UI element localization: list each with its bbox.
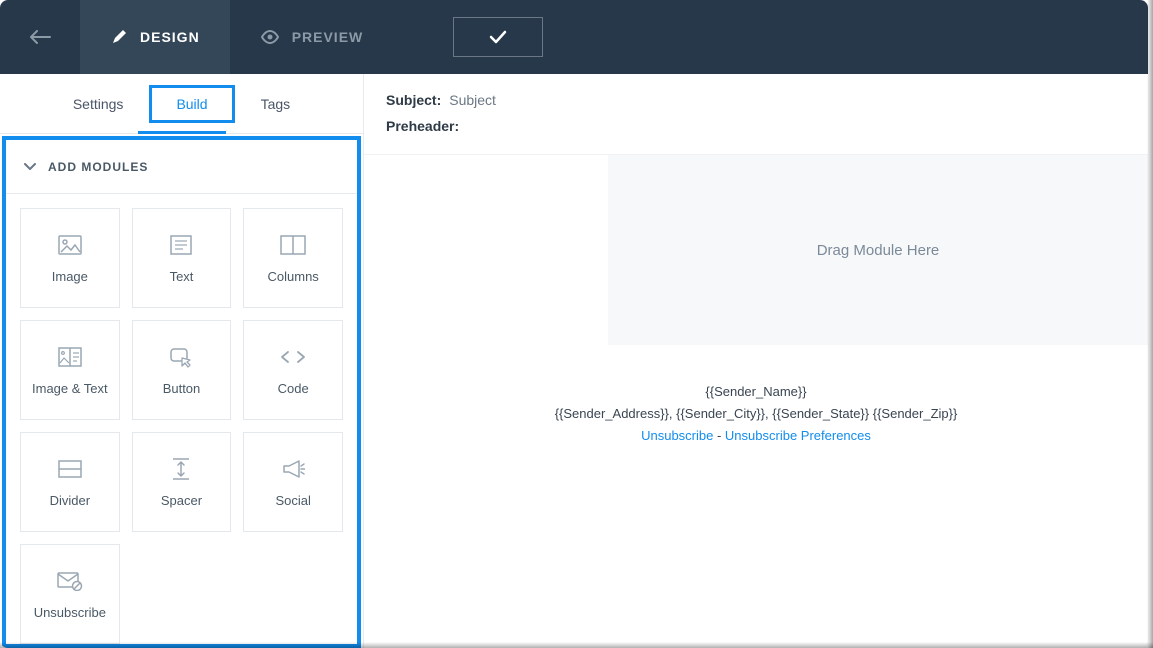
module-image[interactable]: Image (20, 208, 120, 308)
tab-design-label: DESIGN (140, 29, 200, 45)
image-icon (58, 233, 82, 257)
module-spacer[interactable]: Spacer (132, 432, 232, 532)
module-columns[interactable]: Columns (243, 208, 343, 308)
dropzone-text: Drag Module Here (817, 242, 940, 259)
body-area: Settings Build Tags ADD MODULES (0, 74, 1148, 648)
module-social[interactable]: Social (243, 432, 343, 532)
email-meta: Subject: Subject Preheader: (364, 74, 1148, 155)
email-footer: {{Sender_Name}} {{Sender_Address}}, {{Se… (364, 381, 1148, 447)
module-image-text[interactable]: Image & Text (20, 320, 120, 420)
check-icon (489, 30, 507, 44)
megaphone-icon (281, 457, 305, 481)
unsubscribe-link[interactable]: Unsubscribe (641, 428, 713, 443)
unsubscribe-icon (57, 569, 83, 593)
chevron-down-icon (24, 163, 36, 171)
modules-section-title: ADD MODULES (48, 160, 148, 174)
confirm-button[interactable] (453, 17, 543, 57)
module-label: Text (170, 269, 194, 284)
module-button[interactable]: Button (132, 320, 232, 420)
tab-design[interactable]: DESIGN (80, 0, 230, 74)
code-icon (280, 345, 306, 369)
arrow-left-icon (29, 30, 51, 44)
module-label: Divider (50, 493, 90, 508)
back-button[interactable] (0, 0, 80, 74)
left-panel: Settings Build Tags ADD MODULES (0, 74, 364, 648)
brush-icon (110, 28, 128, 46)
right-panel: Subject: Subject Preheader: Drag Module … (364, 74, 1148, 648)
module-text[interactable]: Text (132, 208, 232, 308)
module-label: Social (275, 493, 310, 508)
spacer-icon (172, 457, 190, 481)
text-icon (170, 233, 192, 257)
module-dropzone[interactable]: Drag Module Here (608, 155, 1148, 345)
top-bar: DESIGN PREVIEW (0, 0, 1148, 74)
subject-row: Subject: Subject (386, 92, 1126, 108)
subtab-build[interactable]: Build (149, 85, 234, 123)
module-label: Image (52, 269, 88, 284)
module-label: Image & Text (32, 381, 108, 396)
columns-icon (280, 233, 306, 257)
tab-preview-label: PREVIEW (292, 29, 364, 45)
module-label: Button (163, 381, 201, 396)
subtab-settings[interactable]: Settings (49, 88, 148, 120)
sender-address: {{Sender_Address}}, {{Sender_City}}, {{S… (384, 403, 1128, 425)
separator: - (713, 428, 725, 443)
subject-value[interactable]: Subject (449, 92, 496, 108)
divider-icon (58, 457, 82, 481)
subtab-bar: Settings Build Tags (0, 74, 363, 134)
eye-icon (260, 30, 280, 44)
active-tab-indicator (138, 131, 226, 134)
modules-grid: Image Text Columns (6, 194, 357, 648)
preheader-row: Preheader: (386, 118, 1126, 134)
unsubscribe-preferences-link[interactable]: Unsubscribe Preferences (725, 428, 871, 443)
unsubscribe-line: Unsubscribe - Unsubscribe Preferences (384, 425, 1128, 447)
sender-name: {{Sender_Name}} (384, 381, 1128, 403)
modules-section-header[interactable]: ADD MODULES (6, 140, 357, 194)
module-label: Columns (268, 269, 319, 284)
module-label: Unsubscribe (34, 605, 106, 620)
app-shell: DESIGN PREVIEW Settings Build Tags (0, 0, 1148, 648)
module-divider[interactable]: Divider (20, 432, 120, 532)
modules-section: ADD MODULES Image Text (2, 136, 361, 648)
module-code[interactable]: Code (243, 320, 343, 420)
module-label: Spacer (161, 493, 202, 508)
image-text-icon (58, 345, 82, 369)
subtab-tags[interactable]: Tags (237, 88, 315, 120)
preheader-label: Preheader: (386, 118, 459, 134)
module-unsubscribe[interactable]: Unsubscribe (20, 544, 120, 644)
subject-label: Subject: (386, 92, 441, 108)
module-label: Code (278, 381, 309, 396)
email-canvas: Drag Module Here {{Sender_Name}} {{Sende… (364, 155, 1148, 648)
button-icon (170, 345, 192, 369)
tab-preview[interactable]: PREVIEW (230, 0, 394, 74)
